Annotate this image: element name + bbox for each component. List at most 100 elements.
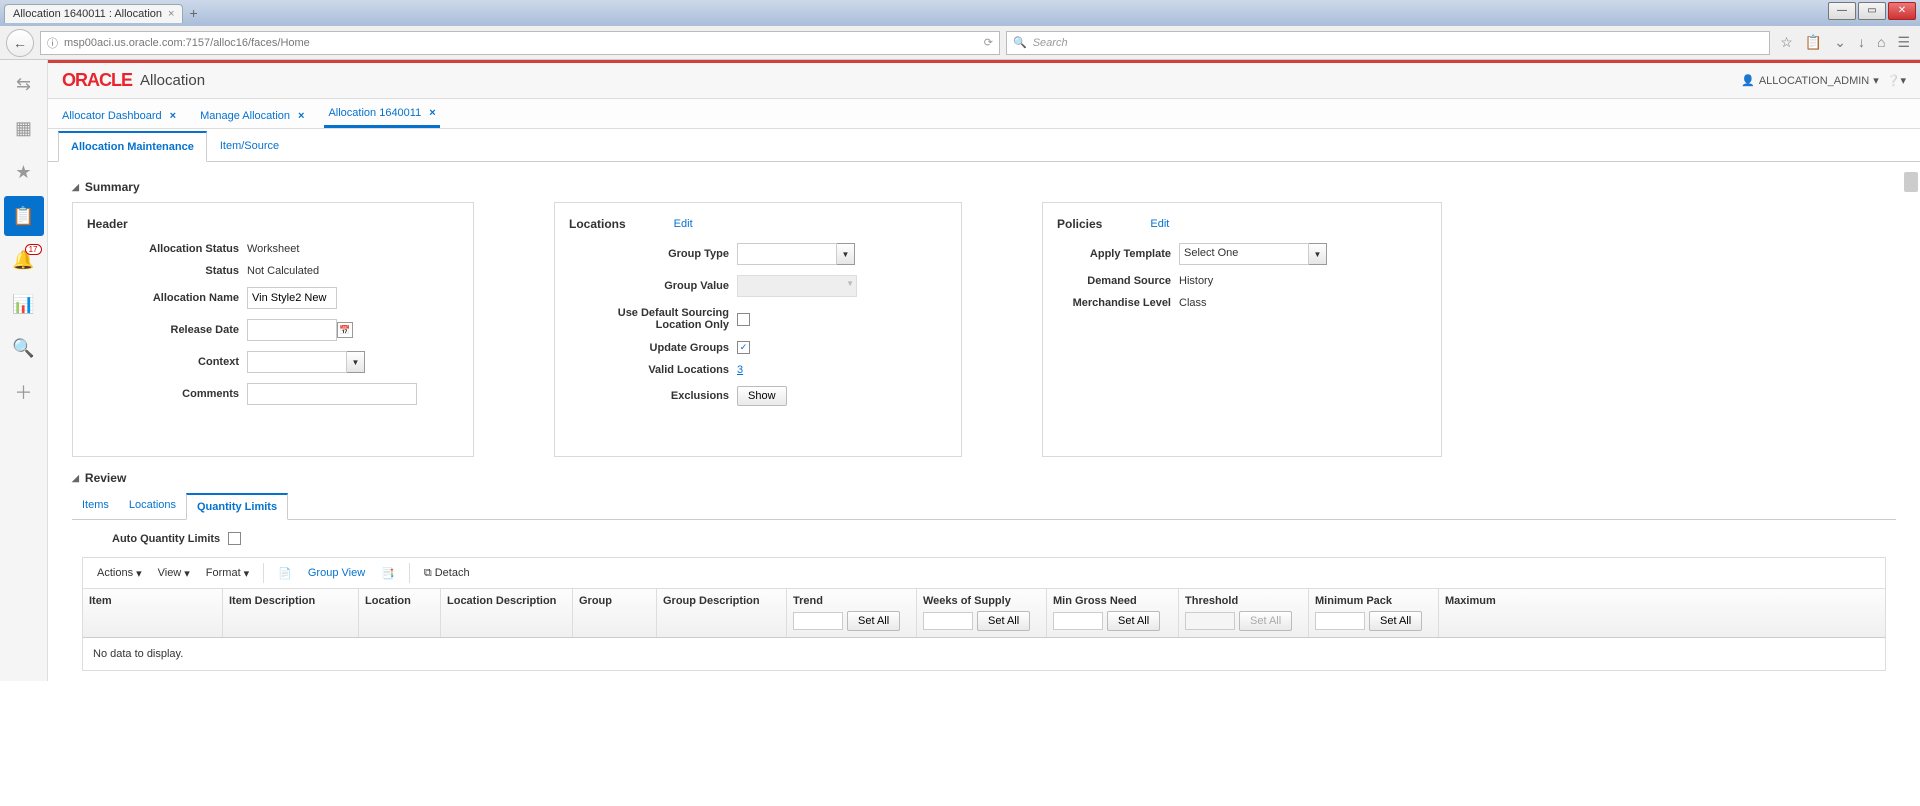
format-menu[interactable]: Format ▾ <box>202 567 253 580</box>
col-minimum-pack[interactable]: Minimum Pack Set All <box>1309 589 1439 637</box>
apply-template-select[interactable]: Select One ▼ <box>1179 243 1327 265</box>
release-date-input[interactable] <box>247 319 337 341</box>
tab-manage-allocation[interactable]: Manage Allocation × <box>196 104 308 128</box>
search-field[interactable]: 🔍 Search <box>1006 31 1770 55</box>
url-field[interactable]: ⓘ msp00aci.us.oracle.com:7157/alloc16/fa… <box>40 31 1000 55</box>
group-type-select[interactable]: ▼ <box>737 243 855 265</box>
close-icon[interactable]: × <box>168 8 174 20</box>
download-icon[interactable]: ↓ <box>1858 34 1865 51</box>
policies-edit-link[interactable]: Edit <box>1150 218 1169 230</box>
close-icon[interactable]: × <box>429 107 435 119</box>
review-tab-locations[interactable]: Locations <box>119 493 186 519</box>
detach-button[interactable]: ⧉ Detach <box>420 567 474 580</box>
rail-tasks-icon[interactable]: 📋 <box>4 196 44 236</box>
content-area: ◢ Summary Header Allocation Status Works… <box>48 162 1920 681</box>
col-label: Threshold <box>1185 595 1302 607</box>
rail-search-rail-icon[interactable]: 🔍 <box>4 328 44 368</box>
col-item[interactable]: Item <box>83 589 223 637</box>
status-value: Not Calculated <box>247 265 319 277</box>
mgn-set-all-button[interactable]: Set All <box>1107 611 1160 631</box>
col-weeks-of-supply[interactable]: Weeks of Supply Set All <box>917 589 1047 637</box>
mgn-all-input[interactable] <box>1053 612 1103 630</box>
header-panel: Header Allocation Status Worksheet Statu… <box>72 202 474 457</box>
col-trend[interactable]: Trend Set All <box>787 589 917 637</box>
no-data-text: No data to display. <box>83 638 1885 670</box>
subtab-item-source[interactable]: Item/Source <box>207 131 292 161</box>
help-icon[interactable]: ❔▾ <box>1887 74 1906 87</box>
tab-allocator-dashboard[interactable]: Allocator Dashboard × <box>58 104 180 128</box>
search-placeholder: Search <box>1033 37 1068 49</box>
col-threshold[interactable]: Threshold Set All <box>1179 589 1309 637</box>
pocket-icon[interactable]: ⌄ <box>1834 34 1846 51</box>
calendar-icon[interactable]: 📅 <box>337 322 353 338</box>
menu-icon[interactable]: ☰ <box>1897 34 1910 51</box>
maximize-button[interactable]: ▭ <box>1858 2 1886 20</box>
wos-all-input[interactable] <box>923 612 973 630</box>
user-menu[interactable]: 👤 ALLOCATION_ADMIN ▾ <box>1741 74 1879 87</box>
allocation-name-input[interactable] <box>247 287 337 309</box>
back-button[interactable]: ← <box>6 29 34 57</box>
locations-edit-link[interactable]: Edit <box>674 218 693 230</box>
minpack-all-input[interactable] <box>1315 612 1365 630</box>
policies-title: Policies <box>1057 217 1102 231</box>
export-icon[interactable]: 📄 <box>274 567 296 580</box>
tab-label: Allocator Dashboard <box>62 110 162 122</box>
context-select[interactable]: ▼ <box>247 351 365 373</box>
tab-allocation-id[interactable]: Allocation 1640011 × <box>324 101 439 128</box>
bookmark-icon[interactable]: ☆ <box>1780 34 1793 51</box>
default-sourcing-checkbox[interactable] <box>737 313 750 326</box>
summary-header[interactable]: ◢ Summary <box>72 180 1896 194</box>
review-tab-items[interactable]: Items <box>72 493 119 519</box>
clipboard-icon[interactable]: 📋 <box>1805 34 1822 51</box>
col-group-desc[interactable]: Group Description <box>657 589 787 637</box>
minpack-set-all-button[interactable]: Set All <box>1369 611 1422 631</box>
valid-locations-link[interactable]: 3 <box>737 364 743 376</box>
actions-menu[interactable]: Actions ▾ <box>93 567 146 580</box>
close-icon[interactable]: × <box>298 110 304 122</box>
trend-set-all-button[interactable]: Set All <box>847 611 900 631</box>
col-label: Min Gross Need <box>1053 595 1172 607</box>
auto-qty-label: Auto Quantity Limits <box>112 533 220 545</box>
wos-set-all-button[interactable]: Set All <box>977 611 1030 631</box>
close-icon[interactable]: × <box>170 110 176 122</box>
rail-toggle-icon[interactable]: ⇆ <box>4 64 44 104</box>
data-grid: Item Item Description Location Location … <box>82 589 1886 671</box>
col-maximum[interactable]: Maximum <box>1439 589 1499 637</box>
col-item-desc[interactable]: Item Description <box>223 589 359 637</box>
threshold-all-input <box>1185 612 1235 630</box>
wrap-icon[interactable]: 📑 <box>377 567 399 580</box>
chevron-down-icon: ▾ <box>136 567 142 580</box>
show-button[interactable]: Show <box>737 386 787 406</box>
subtab-allocation-maintenance[interactable]: Allocation Maintenance <box>58 131 207 162</box>
locations-title: Locations <box>569 217 626 231</box>
info-icon: ⓘ <box>47 35 58 51</box>
browser-tab[interactable]: Allocation 1640011 : Allocation × <box>4 4 183 23</box>
review-tab-quantity-limits[interactable]: Quantity Limits <box>186 493 288 520</box>
comments-input[interactable] <box>247 383 417 405</box>
group-view-link[interactable]: Group View <box>304 567 369 579</box>
review-header[interactable]: ◢ Review <box>72 471 1896 485</box>
col-group[interactable]: Group <box>573 589 657 637</box>
col-min-gross-need[interactable]: Min Gross Need Set All <box>1047 589 1179 637</box>
close-window-button[interactable]: ✕ <box>1888 2 1916 20</box>
col-location[interactable]: Location <box>359 589 441 637</box>
rail-notifications-icon[interactable]: 🔔17 <box>4 240 44 280</box>
rail-reports-icon[interactable]: 📊 <box>4 284 44 324</box>
review-tabs: Items Locations Quantity Limits <box>72 493 1896 520</box>
main-tabs: Allocator Dashboard × Manage Allocation … <box>48 99 1920 129</box>
comments-label: Comments <box>87 388 247 400</box>
scrollbar-thumb[interactable] <box>1904 172 1918 192</box>
auto-qty-checkbox[interactable] <box>228 532 241 545</box>
rail-add-icon[interactable]: ＋ <box>4 372 44 412</box>
minimize-button[interactable]: — <box>1828 2 1856 20</box>
update-groups-checkbox[interactable]: ✓ <box>737 341 750 354</box>
trend-all-input[interactable] <box>793 612 843 630</box>
col-location-desc[interactable]: Location Description <box>441 589 573 637</box>
rail-apps-icon[interactable]: ▦ <box>4 108 44 148</box>
home-icon[interactable]: ⌂ <box>1877 34 1885 51</box>
view-menu[interactable]: View ▾ <box>154 567 194 580</box>
refresh-icon[interactable]: ⟳ <box>984 36 993 49</box>
new-tab-icon[interactable]: + <box>189 5 197 21</box>
tab-title: Allocation 1640011 : Allocation <box>13 8 162 20</box>
rail-favorites-icon[interactable]: ★ <box>4 152 44 192</box>
